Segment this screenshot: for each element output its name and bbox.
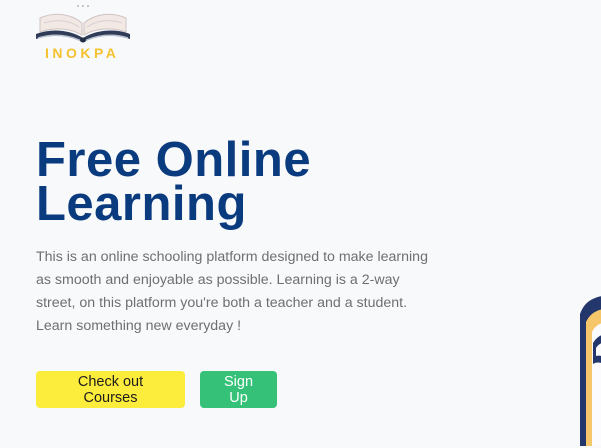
hero-title: Free Online Learning [36, 136, 456, 229]
hero-actions: Check out Courses Sign Up [36, 371, 277, 408]
book-illustration-icon [580, 296, 601, 446]
hero-title-line-2: Learning [36, 177, 247, 231]
brand-name: INOKPA [45, 45, 120, 61]
site-header: INOKPA [36, 0, 136, 62]
hero-section: Free Online Learning This is an online s… [36, 136, 456, 338]
open-book-icon [36, 5, 130, 43]
sign-up-button[interactable]: Sign Up [200, 371, 277, 408]
hero-description: This is an online schooling platform des… [36, 249, 428, 334]
check-out-courses-button[interactable]: Check out Courses [36, 371, 185, 408]
